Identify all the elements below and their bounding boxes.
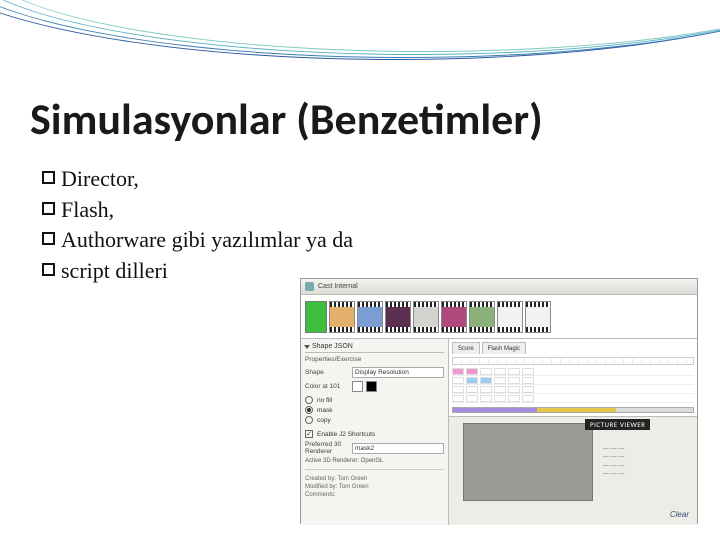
color-swatch-black[interactable] [366, 381, 377, 392]
stage-area: PICTURE VIEWER — — —— — —— — —— — — Clea… [449, 417, 697, 525]
active-renderer-text: Active 3D Renderer: OpenGL [305, 458, 444, 464]
cast-thumbnail [385, 301, 411, 333]
renderer-label: Preferred 30 Renderer [305, 441, 349, 455]
score-timeline: Score Flash Magic [449, 339, 697, 417]
panel-header-text: Shape JSON [312, 343, 353, 350]
bullet-text: Director, [61, 165, 139, 194]
cast-thumbnail [441, 301, 467, 333]
bullet-list: Director, Flash, Authorware gibi yazılım… [42, 165, 353, 287]
slide-title: Simulasyonlar (Benzetimler) [30, 92, 543, 146]
radio-icon [305, 416, 313, 424]
checkbox-label: Enable J2 Shortcuts [317, 431, 375, 438]
fill-option-mask[interactable]: mask [305, 406, 444, 414]
fill-option-copy[interactable]: copy [305, 416, 444, 424]
timeline-track [452, 394, 694, 403]
cast-thumbnail [413, 301, 439, 333]
radio-label: copy [317, 417, 331, 424]
bullet-text: Flash, [61, 196, 114, 225]
cast-filmstrip [301, 295, 697, 339]
color-label: Color at 101 [305, 383, 349, 390]
tab-flashmagic[interactable]: Flash Magic [482, 342, 526, 354]
radio-label: no fill [317, 397, 332, 404]
cast-window-title: Cast Internal [318, 283, 358, 290]
stage-canvas [463, 423, 593, 501]
green-swatch [305, 301, 327, 333]
cast-thumbnail [329, 301, 355, 333]
checkbox-icon: ✓ [305, 430, 313, 438]
bullet-icon [42, 202, 55, 215]
shape-label: Shape [305, 369, 349, 376]
cast-thumbnail [357, 301, 383, 333]
list-item: Authorware gibi yazılımlar ya da [42, 226, 353, 255]
radio-icon [305, 406, 313, 414]
bullet-icon [42, 263, 55, 276]
bullet-text: Authorware gibi yazılımlar ya da [61, 226, 353, 255]
renderer-dropdown[interactable]: mask2 [352, 443, 444, 454]
bullet-icon [42, 232, 55, 245]
panel-group-label: Properties/Exercise [305, 356, 444, 363]
cast-thumbnail [525, 301, 551, 333]
bullet-text: script dilleri [61, 257, 168, 286]
metadata-block: Created by: Tom Green Modified by: Tom G… [305, 475, 444, 499]
bullet-icon [42, 171, 55, 184]
panel-header: Shape JSON [305, 343, 444, 353]
timeline-track [452, 367, 694, 376]
radio-label: mask [317, 407, 333, 414]
cast-window-titlebar: Cast Internal [301, 279, 697, 295]
timeline-track [452, 376, 694, 385]
right-pane: Score Flash Magic [449, 339, 697, 525]
color-swatch-white[interactable] [352, 381, 363, 392]
timeline-tabs: Score Flash Magic [452, 342, 694, 354]
thumbnail-row [329, 301, 693, 333]
radio-icon [305, 396, 313, 404]
fill-radio-group: no fill mask copy [305, 396, 444, 424]
list-item: Flash, [42, 196, 353, 225]
list-item: Director, [42, 165, 353, 194]
director-app-screenshot: Cast Internal Shape JSON Properties/Exer… [300, 278, 698, 524]
horizontal-scrollbar[interactable] [452, 407, 694, 413]
timeline-track [452, 385, 694, 394]
disclosure-triangle-icon [304, 345, 310, 349]
shape-dropdown[interactable]: Display Resolution [352, 367, 444, 378]
enable-shortcuts-checkbox[interactable]: ✓ Enable J2 Shortcuts [305, 430, 444, 438]
clear-button[interactable]: Clear [670, 510, 689, 519]
picture-viewer-banner: PICTURE VIEWER [585, 419, 650, 430]
cast-icon [305, 282, 314, 291]
stage-side-text: — — —— — —— — —— — — [603, 445, 624, 479]
properties-panel: Shape JSON Properties/Exercise Shape Dis… [301, 339, 449, 525]
tab-score[interactable]: Score [452, 342, 480, 354]
cast-thumbnail [497, 301, 523, 333]
fill-option-nofill[interactable]: no fill [305, 396, 444, 404]
cast-thumbnail [469, 301, 495, 333]
frame-ruler [452, 357, 694, 365]
track-list [452, 367, 694, 403]
slide-decorative-waves [0, 0, 720, 90]
